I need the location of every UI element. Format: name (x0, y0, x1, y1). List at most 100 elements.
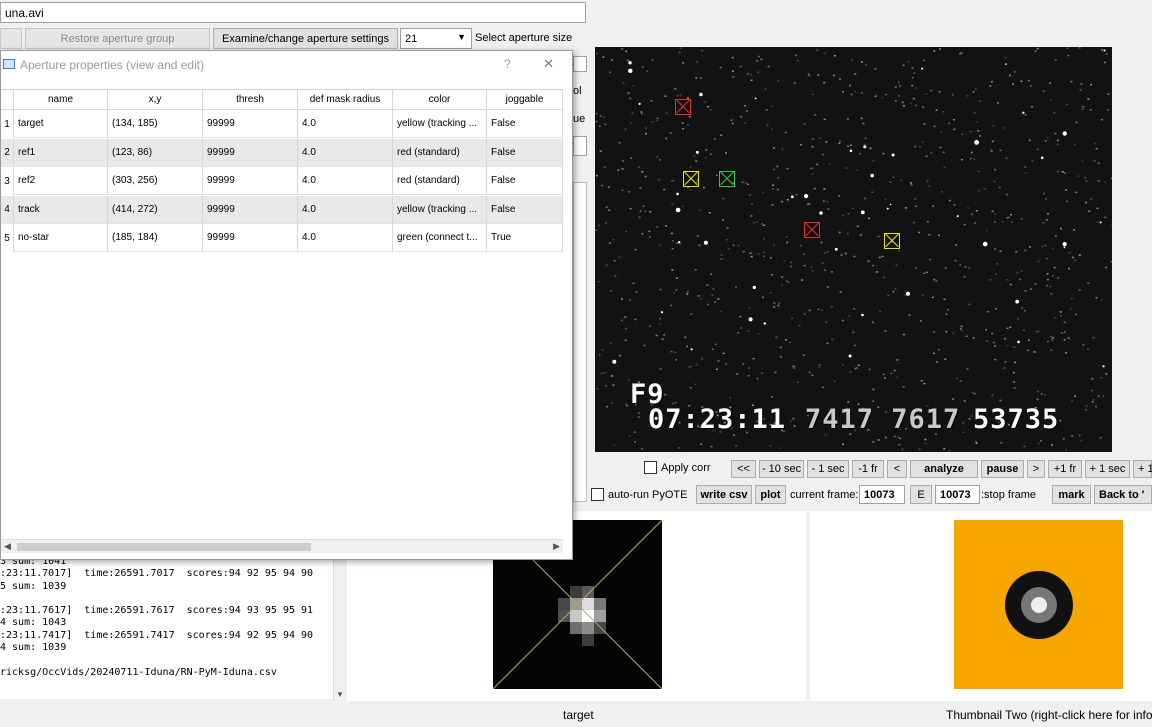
minus-1-sec-button[interactable]: - 1 sec (807, 460, 849, 478)
aperture-size-select[interactable]: 21 ▼ (400, 28, 472, 49)
column-header-joggable[interactable]: joggable (487, 90, 563, 110)
cell-joggable[interactable]: True (487, 224, 563, 252)
mark-button[interactable]: mark (1052, 485, 1091, 504)
cell-name[interactable]: target (14, 110, 108, 138)
clipped-input-field[interactable] (573, 136, 587, 156)
aperture-ref2-red[interactable] (804, 222, 820, 238)
analyze-button[interactable]: analyze (910, 460, 978, 478)
cell-xy[interactable]: (123, 86) (108, 138, 203, 167)
cell-name[interactable]: no-star (14, 224, 108, 252)
examine-aperture-settings-button[interactable]: Examine/change aperture settings (213, 28, 398, 49)
thumbnail-two-panel[interactable] (810, 511, 1152, 701)
plus-1-frame-button[interactable]: +1 fr (1048, 460, 1082, 478)
file-name-field[interactable]: una.avi (0, 2, 586, 23)
cell-thresh[interactable]: 99999 (203, 195, 298, 224)
plus-10-sec-button[interactable]: + 1 (1133, 460, 1152, 478)
cell-xy[interactable]: (185, 184) (108, 224, 203, 252)
aperture-no-star-green[interactable] (719, 171, 735, 187)
scroll-down-arrow-icon[interactable]: ▼ (336, 690, 344, 699)
cell-name[interactable]: ref1 (14, 138, 108, 167)
pause-button[interactable]: pause (981, 460, 1024, 478)
noise-pixel (1012, 83, 1015, 85)
row-number[interactable]: 3 (1, 167, 14, 195)
cell-xy[interactable]: (303, 256) (108, 167, 203, 195)
table-horizontal-scrollbar[interactable]: ◀ ▶ (1, 539, 563, 553)
step-back-button[interactable]: < (887, 460, 907, 478)
write-csv-button[interactable]: write csv (696, 485, 752, 504)
minus-1-frame-button[interactable]: -1 fr (852, 460, 884, 478)
scroll-left-arrow-icon[interactable]: ◀ (4, 541, 11, 552)
apply-corr-checkbox[interactable] (644, 461, 657, 474)
cell-xy[interactable]: (414, 272) (108, 195, 203, 224)
cell-color[interactable]: red (standard) (393, 167, 487, 195)
thumbnail-two-caption[interactable]: Thumbnail Two (right-click here for info… (946, 708, 1152, 722)
table-row[interactable]: 3 ref2 (303, 256) 99999 4.0 red (standard) Fal… (1, 167, 563, 195)
column-header-xy[interactable]: x,y (108, 90, 203, 110)
cell-joggable[interactable]: False (487, 138, 563, 167)
aperture-track-yellow[interactable] (884, 233, 900, 249)
aperture-table[interactable]: name x,y thresh def mask radius color joggabl… (1, 89, 563, 539)
help-icon[interactable]: ? (504, 57, 511, 71)
row-number[interactable]: 4 (1, 195, 14, 224)
current-frame-input[interactable]: 10073 (859, 485, 905, 504)
noise-pixel (1061, 171, 1064, 173)
rewind-button[interactable]: << (731, 460, 756, 478)
noise-pixel (678, 51, 681, 54)
cell-thresh[interactable]: 99999 (203, 224, 298, 252)
cell-color[interactable]: yellow (tracking ... (393, 195, 487, 224)
table-row[interactable]: 2 ref1 (123, 86) 99999 4.0 red (standard) Fals… (1, 138, 563, 167)
step-forward-button[interactable]: > (1027, 460, 1045, 478)
log-vertical-scrollbar[interactable]: ▼ (333, 556, 346, 701)
aperture-properties-dialog[interactable]: Aperture properties (view and edit) ? ✕ … (0, 50, 573, 560)
row-number[interactable]: 5 (1, 224, 14, 252)
cell-color[interactable]: green (connect t... (393, 224, 487, 252)
cell-color[interactable]: yellow (tracking ... (393, 110, 487, 138)
column-header-name[interactable]: name (14, 90, 108, 110)
cell-thresh[interactable]: 99999 (203, 167, 298, 195)
clipped-spin-field[interactable] (573, 56, 587, 72)
cell-radius[interactable]: 4.0 (298, 138, 393, 167)
stop-frame-input[interactable]: 10073 (935, 485, 980, 504)
star-point (834, 247, 838, 251)
cell-xy[interactable]: (134, 185) (108, 110, 203, 138)
left-clipped-button[interactable] (0, 28, 22, 49)
row-number[interactable]: 2 (1, 138, 14, 167)
table-row[interactable]: 5 no-star (185, 184) 99999 4.0 green (connect… (1, 224, 563, 252)
cell-radius[interactable]: 4.0 (298, 167, 393, 195)
scroll-right-arrow-icon[interactable]: ▶ (553, 541, 560, 552)
cell-joggable[interactable]: False (487, 167, 563, 195)
cell-radius[interactable]: 4.0 (298, 110, 393, 138)
auto-run-pyote-checkbox[interactable] (591, 488, 604, 501)
cell-radius[interactable]: 4.0 (298, 224, 393, 252)
table-row[interactable]: 1 target (134, 185) 99999 4.0 yellow (trackin… (1, 110, 563, 138)
cell-thresh[interactable]: 99999 (203, 138, 298, 167)
column-header-color[interactable]: color (393, 90, 487, 110)
scrollbar-thumb[interactable] (17, 543, 311, 551)
cell-color[interactable]: red (standard) (393, 138, 487, 167)
log-output[interactable]: 3 sum: 1041:23:11.7017] time:26591.7017 … (0, 556, 334, 699)
row-number[interactable]: 1 (1, 110, 14, 138)
e-button[interactable]: E (910, 485, 932, 504)
column-header-thresh[interactable]: thresh (203, 90, 298, 110)
cell-joggable[interactable]: False (487, 195, 563, 224)
cell-radius[interactable]: 4.0 (298, 195, 393, 224)
table-corner[interactable] (1, 90, 14, 110)
plus-1-sec-button[interactable]: + 1 sec (1085, 460, 1130, 478)
plot-button[interactable]: plot (755, 485, 786, 504)
noise-pixel (1063, 339, 1066, 341)
table-row[interactable]: 4 track (414, 272) 99999 4.0 yellow (tracking… (1, 195, 563, 224)
cell-name[interactable]: ref2 (14, 167, 108, 195)
video-frame[interactable]: F9 07:23:11 7417 7617 53735 (595, 47, 1112, 452)
dialog-title-bar[interactable]: Aperture properties (view and edit) ? ✕ (1, 51, 572, 79)
back-to-button[interactable]: Back to ' (1094, 485, 1152, 504)
close-icon[interactable]: ✕ (543, 56, 554, 72)
minus-10-sec-button[interactable]: - 10 sec (759, 460, 804, 478)
aperture-ref1-red[interactable] (675, 99, 691, 115)
restore-aperture-group-button[interactable]: Restore aperture group (25, 28, 210, 49)
cell-name[interactable]: track (14, 195, 108, 224)
cell-thresh[interactable]: 99999 (203, 110, 298, 138)
column-header-radius[interactable]: def mask radius (298, 90, 393, 110)
noise-pixel (1105, 373, 1108, 375)
aperture-target-yellow[interactable] (683, 171, 699, 187)
cell-joggable[interactable]: False (487, 110, 563, 138)
